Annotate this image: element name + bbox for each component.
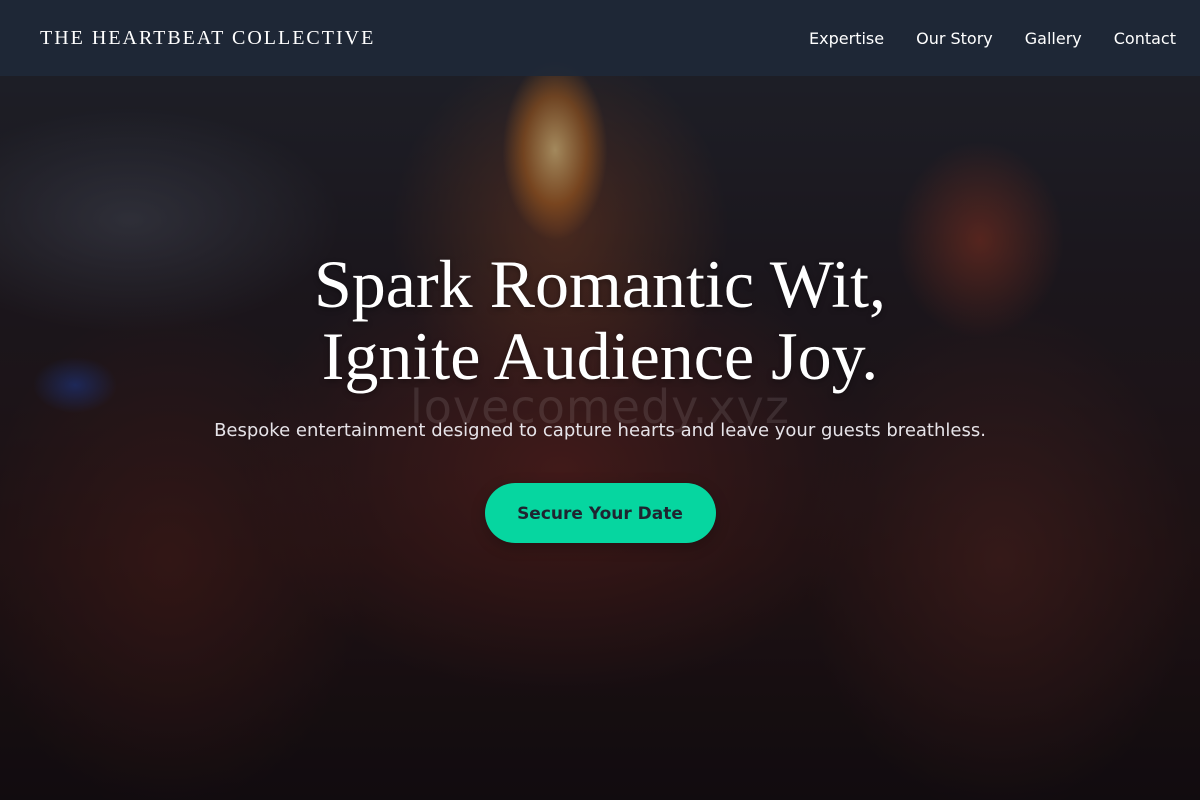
brand-logo[interactable]: THE HEARTBEAT COLLECTIVE [40,27,375,50]
hero-headline-line-2: Ignite Audience Joy. [321,318,879,394]
landing-page: lovecomedy.xyz THE HEARTBEAT COLLECTIVE … [0,0,1200,800]
hero-headline-line-1: Spark Romantic Wit, [313,246,887,322]
secure-date-button[interactable]: Secure Your Date [484,483,716,543]
nav-link-our-story[interactable]: Our Story [916,29,993,48]
site-header: THE HEARTBEAT COLLECTIVE Expertise Our S… [0,0,1200,76]
nav-link-expertise[interactable]: Expertise [809,29,884,48]
main-nav: Expertise Our Story Gallery Contact [809,29,1176,48]
nav-link-gallery[interactable]: Gallery [1025,29,1082,48]
hero-subtitle: Bespoke entertainment designed to captur… [214,420,986,441]
hero-headline: Spark Romantic Wit, Ignite Audience Joy. [0,248,1200,392]
hero-section: Spark Romantic Wit, Ignite Audience Joy.… [0,248,1200,543]
nav-link-contact[interactable]: Contact [1114,29,1176,48]
